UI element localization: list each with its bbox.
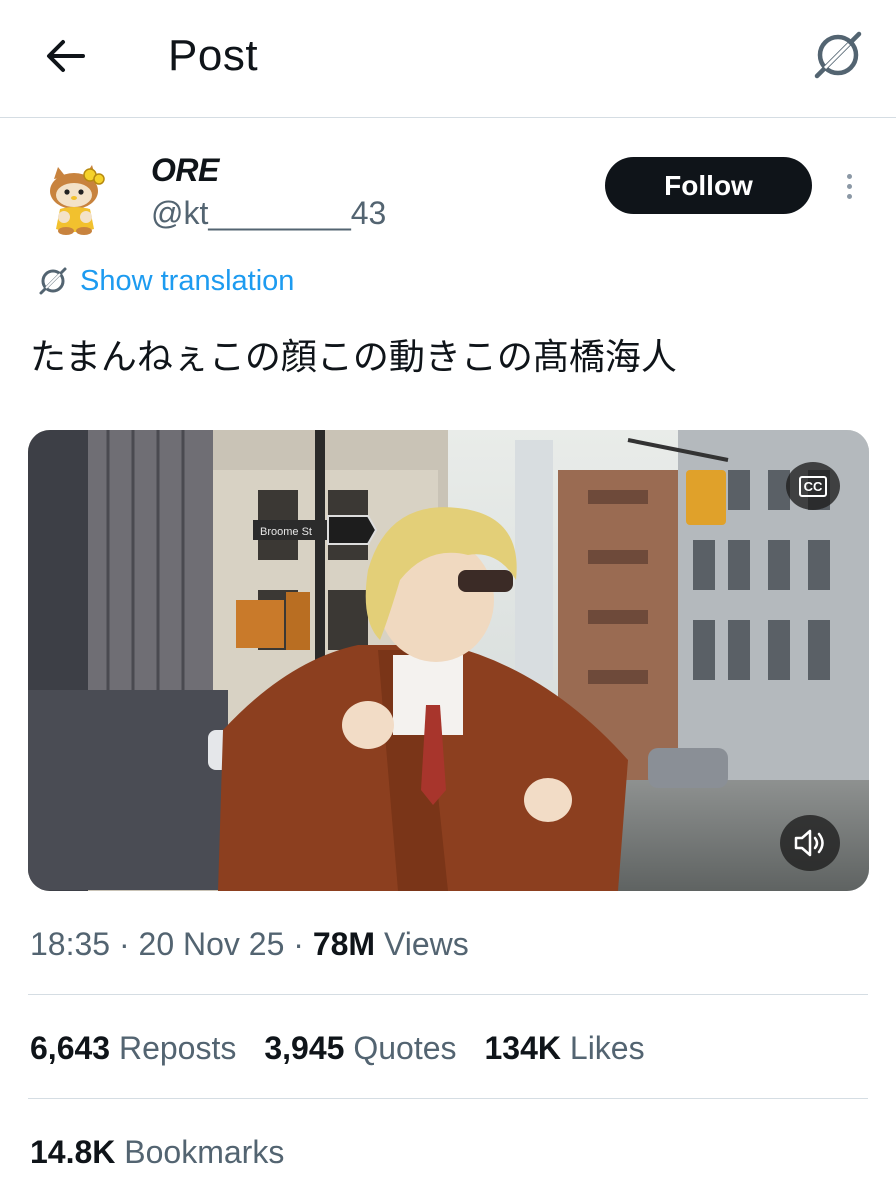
- more-options-button[interactable]: [834, 163, 864, 209]
- post-date[interactable]: 20 Nov 25: [139, 926, 285, 962]
- grok-icon: [814, 31, 862, 79]
- likes-stat[interactable]: 134K Likes: [485, 1030, 645, 1067]
- grok-button[interactable]: [804, 24, 872, 86]
- street-sign: Broome St: [260, 526, 312, 538]
- quotes-label: Quotes: [344, 1030, 457, 1066]
- top-bar: Post: [0, 0, 896, 118]
- more-dot: [846, 183, 852, 189]
- more-dot: [846, 193, 852, 199]
- bookmarks-count: 14.8K: [30, 1134, 116, 1170]
- avatar[interactable]: [40, 155, 116, 235]
- captions-icon: CC: [798, 475, 828, 497]
- quotes-count: 3,945: [264, 1030, 345, 1066]
- more-vertical-icon: [846, 173, 852, 179]
- divider: [28, 994, 868, 995]
- meta-separator: ·: [110, 926, 139, 962]
- show-translation-label: Show translation: [80, 264, 295, 297]
- back-button[interactable]: [36, 30, 94, 82]
- reposts-label: Reposts: [110, 1030, 237, 1066]
- back-arrow-icon: [47, 40, 85, 72]
- likes-count: 134K: [484, 1030, 562, 1066]
- video-frame: Broome St: [28, 430, 869, 891]
- post-metadata: 18:35 · 20 Nov 25 · 78M Views: [30, 926, 469, 963]
- captions-button[interactable]: CC: [786, 462, 840, 510]
- post-time[interactable]: 18:35: [30, 926, 110, 962]
- reposts-stat[interactable]: 6,643 Reposts: [30, 1030, 236, 1067]
- views-count: 78M: [312, 926, 376, 962]
- volume-button[interactable]: [780, 815, 840, 871]
- follow-button[interactable]: Follow: [605, 157, 812, 214]
- engagement-stats: 6,643 Reposts 3,945 Quotes 134K Likes: [30, 1030, 673, 1067]
- volume-icon: [794, 829, 824, 857]
- views-label: Views: [375, 926, 469, 962]
- post-text: たまんねぇこの顔この動きこの髙橋海人: [30, 337, 677, 378]
- video-player[interactable]: Broome St CC: [28, 430, 869, 891]
- page-title: Post: [168, 31, 259, 80]
- show-translation-link[interactable]: Show translation: [36, 262, 294, 300]
- meta-separator: ·: [284, 926, 313, 962]
- author-handle[interactable]: @kt________43: [151, 195, 386, 232]
- author-display-name[interactable]: ORE: [151, 152, 219, 189]
- translate-icon: [36, 264, 70, 298]
- reposts-count: 6,643: [30, 1030, 111, 1066]
- hello-kitty-avatar-icon: [50, 165, 105, 235]
- quotes-stat[interactable]: 3,945 Quotes: [264, 1030, 456, 1067]
- bookmarks-label: Bookmarks: [115, 1134, 285, 1170]
- bookmarks-stat[interactable]: 14.8K Bookmarks: [30, 1134, 284, 1171]
- likes-label: Likes: [561, 1030, 645, 1066]
- divider: [28, 1098, 868, 1099]
